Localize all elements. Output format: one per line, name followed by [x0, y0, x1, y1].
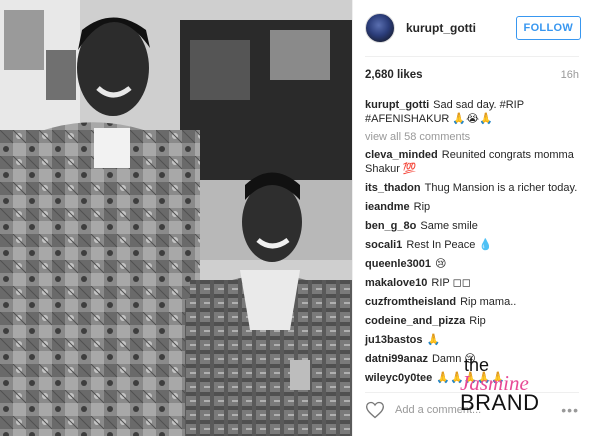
comment-text: 🙏 — [426, 334, 441, 346]
comment-username[interactable]: its_thadon — [365, 182, 421, 194]
comment-item: queenle3001 😢 — [365, 257, 583, 271]
comment-item: makalove10 RIP ◻◻ — [365, 276, 583, 290]
comment-username[interactable]: ben_g_8o — [365, 220, 416, 232]
comment-item: datni99anaz Damn 😔 — [365, 352, 583, 366]
comment-item: ju13bastos 🙏 — [365, 333, 583, 347]
comment-username[interactable]: ieandme — [365, 201, 410, 213]
comment-username[interactable]: codeine_and_pizza — [365, 315, 465, 327]
post-photo-image — [0, 0, 352, 436]
comment-text: Rip — [413, 201, 431, 213]
comment-username[interactable]: datni99anaz — [365, 353, 428, 365]
comment-text: Thug Mansion is a richer today. — [424, 182, 578, 194]
post-sidebar: kurupt_gotti FOLLOW 2,680 likes 16h kuru… — [352, 0, 590, 436]
comment-text: RIP ◻◻ — [431, 277, 471, 289]
add-comment-input[interactable]: Add a comment... — [395, 404, 561, 416]
comment-item: its_thadon Thug Mansion is a richer today… — [365, 181, 583, 195]
view-all-comments-link[interactable]: view all 58 comments — [365, 131, 583, 143]
comment-list: kurupt_gotti Sad sad day. #RIP #AFENISHAK… — [365, 98, 583, 390]
comment-item: cuzfromtheisland Rip mama.. — [365, 295, 583, 309]
comment-username[interactable]: queenle3001 — [365, 258, 431, 270]
comment-bar: Add a comment... ••• — [353, 393, 590, 427]
comment-item: ieandme Rip — [365, 200, 583, 214]
comment-text: Rip — [469, 315, 486, 327]
comment-username[interactable]: cuzfromtheisland — [365, 296, 456, 308]
post-photo — [0, 0, 352, 436]
caption: kurupt_gotti Sad sad day. #RIP #AFENISHAK… — [365, 98, 583, 126]
caption-username[interactable]: kurupt_gotti — [365, 99, 429, 111]
comment-item: codeine_and_pizza Rip — [365, 314, 583, 328]
comment-text: Damn 😔 — [431, 353, 476, 365]
post-header: kurupt_gotti FOLLOW — [353, 0, 590, 56]
follow-button[interactable]: FOLLOW — [515, 16, 581, 40]
comment-text: Rest In Peace 💧 — [406, 239, 493, 251]
comment-username[interactable]: makalove10 — [365, 277, 427, 289]
header-divider — [365, 56, 579, 57]
comment-text: 😢 — [435, 258, 447, 270]
heart-icon[interactable] — [365, 400, 385, 420]
comment-username[interactable]: wileyc0y0tee — [365, 372, 432, 384]
comment-text: 🙏🙏🙏🙏🙏 — [436, 372, 505, 384]
avatar[interactable] — [365, 13, 395, 43]
post-timestamp[interactable]: 16h — [561, 69, 579, 81]
comment-item: socali1 Rest In Peace 💧 — [365, 238, 583, 252]
more-options-icon[interactable]: ••• — [561, 402, 579, 418]
likes-count[interactable]: 2,680 likes — [365, 69, 423, 81]
comment-item: ben_g_8o Same smile — [365, 219, 583, 233]
comment-username[interactable]: ju13bastos — [365, 334, 422, 346]
post-username[interactable]: kurupt_gotti — [406, 21, 516, 35]
likes-row: 2,680 likes 16h — [365, 69, 579, 81]
comment-username[interactable]: cleva_minded — [365, 149, 438, 161]
comment-item: wileyc0y0tee 🙏🙏🙏🙏🙏 — [365, 371, 583, 385]
comment-username[interactable]: socali1 — [365, 239, 402, 251]
comment-text: Rip mama.. — [460, 296, 517, 308]
comment-text: Same smile — [420, 220, 478, 232]
comment-item: cleva_minded Reunited congrats momma Shak… — [365, 148, 583, 176]
